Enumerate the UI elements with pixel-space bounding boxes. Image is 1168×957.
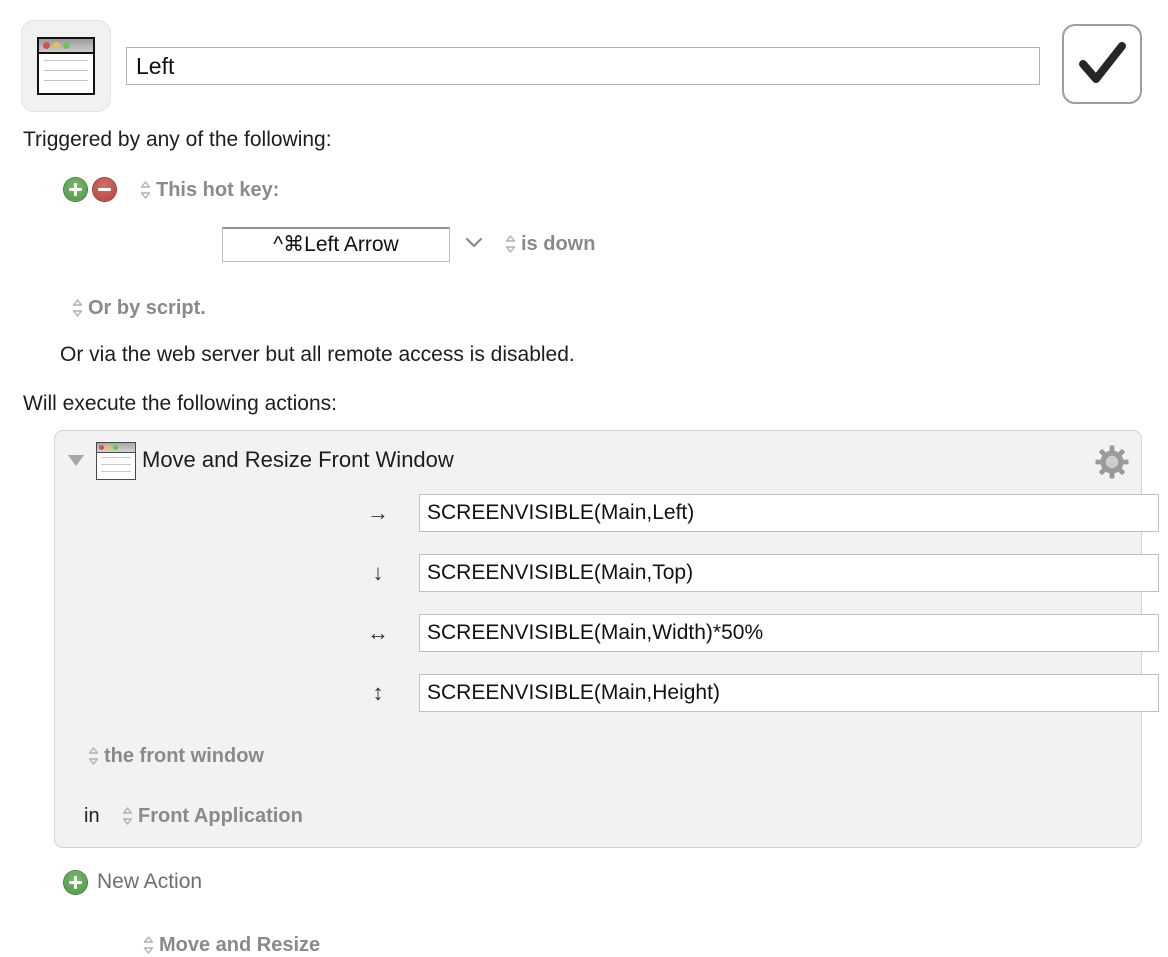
param-row: ↓ (55, 554, 1159, 594)
x-position-field[interactable] (419, 494, 1159, 532)
trigger-type-label: This hot key: (156, 179, 280, 201)
remove-trigger-button[interactable] (93, 178, 116, 201)
application-popup[interactable]: Front Application (122, 805, 303, 828)
in-preposition: in (84, 805, 100, 827)
stepper-icon (122, 806, 133, 826)
param-row: → (55, 494, 1159, 534)
add-action-button[interactable] (64, 870, 87, 894)
web-server-note: Or via the web server but all remote acc… (60, 343, 575, 366)
param-row: ↔ (55, 614, 1159, 654)
stepper-icon (72, 298, 83, 318)
y-position-field[interactable] (419, 554, 1159, 592)
icon-titlebar (39, 39, 93, 54)
window-target-label: the front window (104, 745, 264, 767)
action-panel: Move and Resize Front Window Move and Re… (54, 430, 1159, 956)
arrow-down-icon: ↓ (372, 560, 384, 585)
hotkey-condition-label: is down (521, 233, 596, 255)
icon-content-lines (39, 54, 93, 81)
stepper-icon (505, 234, 516, 254)
window-target-popup[interactable]: the front window (88, 745, 264, 768)
stepper-icon (143, 935, 154, 955)
zoom-dot-icon (113, 445, 118, 450)
window-action-icon (96, 442, 136, 480)
actions-heading: Will execute the following actions: (23, 392, 337, 415)
trigger-buttons (64, 178, 116, 201)
application-label: Front Application (138, 805, 303, 827)
disclosure-triangle-open-icon (68, 455, 84, 466)
action-disclosure-toggle[interactable] (65, 449, 87, 471)
new-action-label: New Action (97, 870, 203, 893)
operation-label: Move and Resize (159, 934, 321, 956)
minus-circle-icon (98, 188, 111, 191)
checkmark-icon (1079, 42, 1126, 83)
arrow-right-icon: → (367, 500, 389, 525)
hotkey-dropdown-button[interactable] (463, 234, 485, 255)
stepper-icon (140, 180, 151, 200)
icon-titlebar (97, 443, 135, 453)
zoom-dot-icon (63, 42, 70, 49)
add-trigger-button[interactable] (64, 178, 87, 201)
chevron-down-icon (465, 237, 483, 248)
hotkey-value: ^⌘Left Arrow (273, 233, 399, 256)
minimize-dot-icon (106, 445, 111, 450)
icon-content-lines (97, 453, 135, 472)
trigger-type-popup[interactable]: This hot key: (140, 179, 279, 202)
close-dot-icon (99, 445, 104, 450)
gear-icon (1095, 445, 1129, 479)
script-trigger-popup[interactable]: Or by script. (72, 297, 206, 320)
script-trigger-label: Or by script. (88, 297, 206, 319)
hotkey-condition-popup[interactable]: is down (505, 233, 595, 256)
macro-header (0, 0, 1168, 125)
hotkey-input[interactable]: ^⌘Left Arrow (222, 227, 450, 262)
action-title: Move and Resize Front Window (142, 447, 454, 472)
macro-name-input[interactable] (126, 47, 1040, 85)
minimize-dot-icon (53, 42, 60, 49)
action-settings-button[interactable] (1095, 445, 1129, 479)
arrow-left-right-icon: ↔ (367, 620, 389, 645)
close-dot-icon (43, 42, 50, 49)
window-macro-icon (37, 37, 95, 95)
operation-popup[interactable]: Move and Resize (143, 934, 320, 957)
param-row: ↕ (55, 674, 1159, 714)
new-action-button[interactable]: New Action (64, 870, 202, 894)
arrow-up-down-icon: ↕ (372, 680, 384, 705)
width-field[interactable] (419, 614, 1159, 652)
macro-icon-button[interactable] (21, 20, 111, 112)
trigger-heading: Triggered by any of the following: (23, 128, 332, 151)
confirm-button[interactable] (1062, 24, 1142, 104)
height-field[interactable] (419, 674, 1159, 712)
stepper-icon (88, 746, 99, 766)
